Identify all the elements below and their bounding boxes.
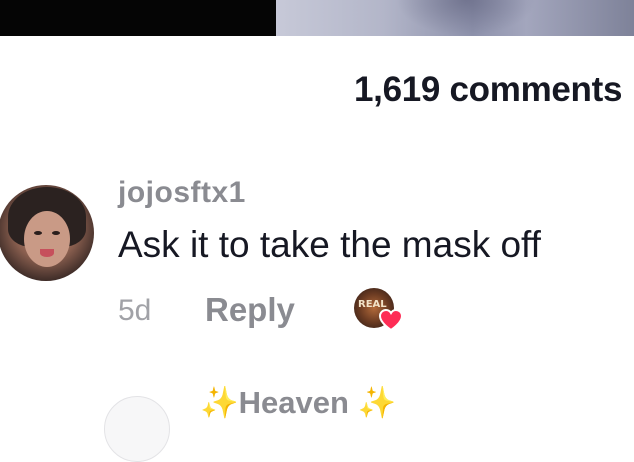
avatar[interactable] — [0, 185, 94, 281]
sparkle-icon-right: ✨ — [357, 385, 397, 420]
video-preview-strip[interactable] — [0, 0, 634, 36]
comment-text: Ask it to take the mask off — [118, 224, 541, 265]
video-frame-dark — [0, 0, 276, 36]
heart-icon — [378, 308, 404, 332]
next-comment-username-text: Heaven — [238, 385, 349, 420]
sparkle-icon-left: ✨ — [200, 385, 239, 420]
comment-username[interactable]: jojosftx1 — [118, 176, 246, 210]
creator-liked-badge: REAL — [354, 288, 404, 332]
comment-count-title: 1,619 comments — [354, 70, 623, 109]
next-comment-username[interactable]: ✨Heaven ✨ — [200, 384, 396, 421]
comment-timestamp: 5d — [118, 294, 152, 327]
reply-button[interactable]: Reply — [205, 291, 295, 329]
next-comment-avatar[interactable] — [104, 396, 170, 462]
video-thumbnail — [276, 0, 634, 36]
